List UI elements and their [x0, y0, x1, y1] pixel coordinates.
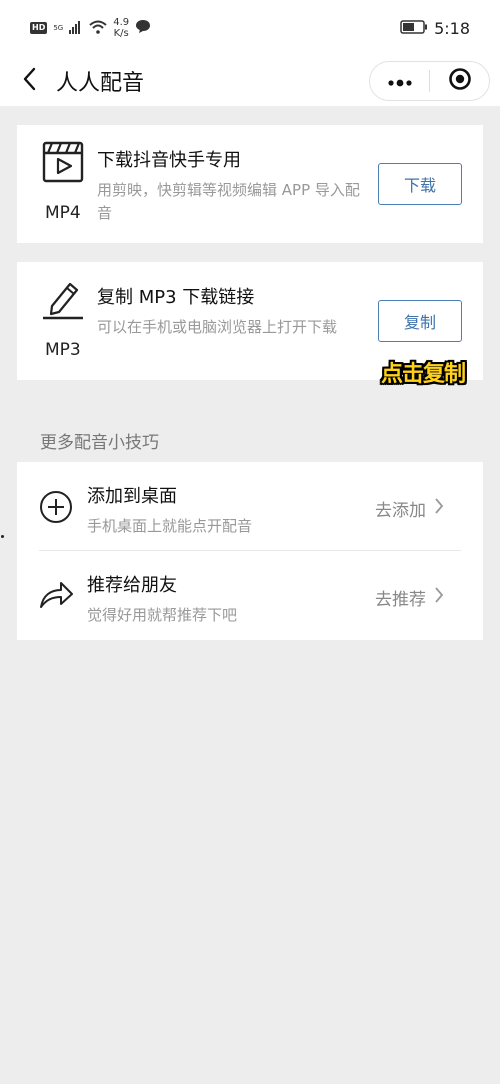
list-item-description: 觉得好用就帮推荐下吧 [87, 606, 238, 624]
format-label: MP3 [45, 340, 81, 360]
add-action[interactable]: 去添加 [375, 496, 444, 521]
signal-label: 5G [53, 24, 64, 32]
click-copy-sticker: 点击复制 [381, 362, 466, 387]
download-button[interactable]: 下载 [378, 163, 462, 205]
chevron-right-icon [434, 586, 444, 609]
mini-program-capsule [369, 61, 490, 101]
section-title: 更多配音小技巧 [40, 433, 159, 453]
format-label: MP4 [45, 203, 81, 223]
tips-list: 添加到桌面 手机桌面上就能点开配音 去添加 推荐给朋友 觉得好用就帮推荐下吧 去… [17, 462, 483, 640]
action-label: 去推荐 [375, 590, 426, 610]
status-bar: HD 5G 4.9 K/s 5:18 [0, 0, 500, 56]
wifi-icon [89, 19, 107, 38]
status-right: 5:18 [400, 19, 470, 38]
card-title: 复制 MP3 下载链接 [97, 287, 255, 308]
edge-dot [1, 535, 4, 538]
target-close-icon [448, 67, 472, 95]
more-button[interactable] [370, 62, 429, 100]
copy-button[interactable]: 复制 [378, 300, 462, 342]
clapperboard-icon [42, 141, 84, 187]
pencil-icon [42, 278, 84, 324]
list-item-description: 手机桌面上就能点开配音 [87, 517, 253, 535]
list-item-title: 添加到桌面 [87, 486, 177, 507]
action-label: 去添加 [375, 501, 426, 521]
list-item-title: 推荐给朋友 [87, 575, 177, 596]
back-button[interactable] [14, 64, 46, 98]
recommend-action[interactable]: 去推荐 [375, 585, 444, 610]
card-description: 用剪映，快剪辑等视频编辑 APP 导入配音 [97, 181, 360, 222]
card-description: 可以在手机或电脑浏览器上打开下载 [97, 318, 338, 336]
chevron-left-icon [22, 67, 38, 95]
message-icon [135, 19, 151, 38]
card-title: 下载抖音快手专用 [97, 150, 241, 171]
share-arrow-icon [39, 579, 75, 615]
more-dots-icon [387, 72, 413, 91]
signal-icon [69, 19, 83, 38]
chevron-right-icon [434, 497, 444, 520]
clock: 5:18 [434, 18, 470, 38]
list-item-add-to-desktop[interactable]: 添加到桌面 手机桌面上就能点开配音 去添加 [17, 462, 483, 551]
nav-bar: 人人配音 [0, 56, 500, 106]
battery-icon [400, 19, 428, 38]
plus-circle-icon [39, 490, 73, 528]
hd-badge: HD [30, 22, 48, 34]
speed-unit: K/s [113, 28, 129, 39]
network-speed: 4.9 K/s [113, 17, 129, 39]
status-left: HD 5G 4.9 K/s [30, 17, 151, 39]
page-title: 人人配音 [56, 71, 145, 96]
list-item-recommend[interactable]: 推荐给朋友 觉得好用就帮推荐下吧 去推荐 [17, 551, 483, 640]
close-button[interactable] [430, 62, 489, 100]
download-mp4-card: MP4 下载抖音快手专用 用剪映，快剪辑等视频编辑 APP 导入配音 下载 [17, 125, 483, 243]
speed-value: 4.9 [113, 17, 130, 28]
